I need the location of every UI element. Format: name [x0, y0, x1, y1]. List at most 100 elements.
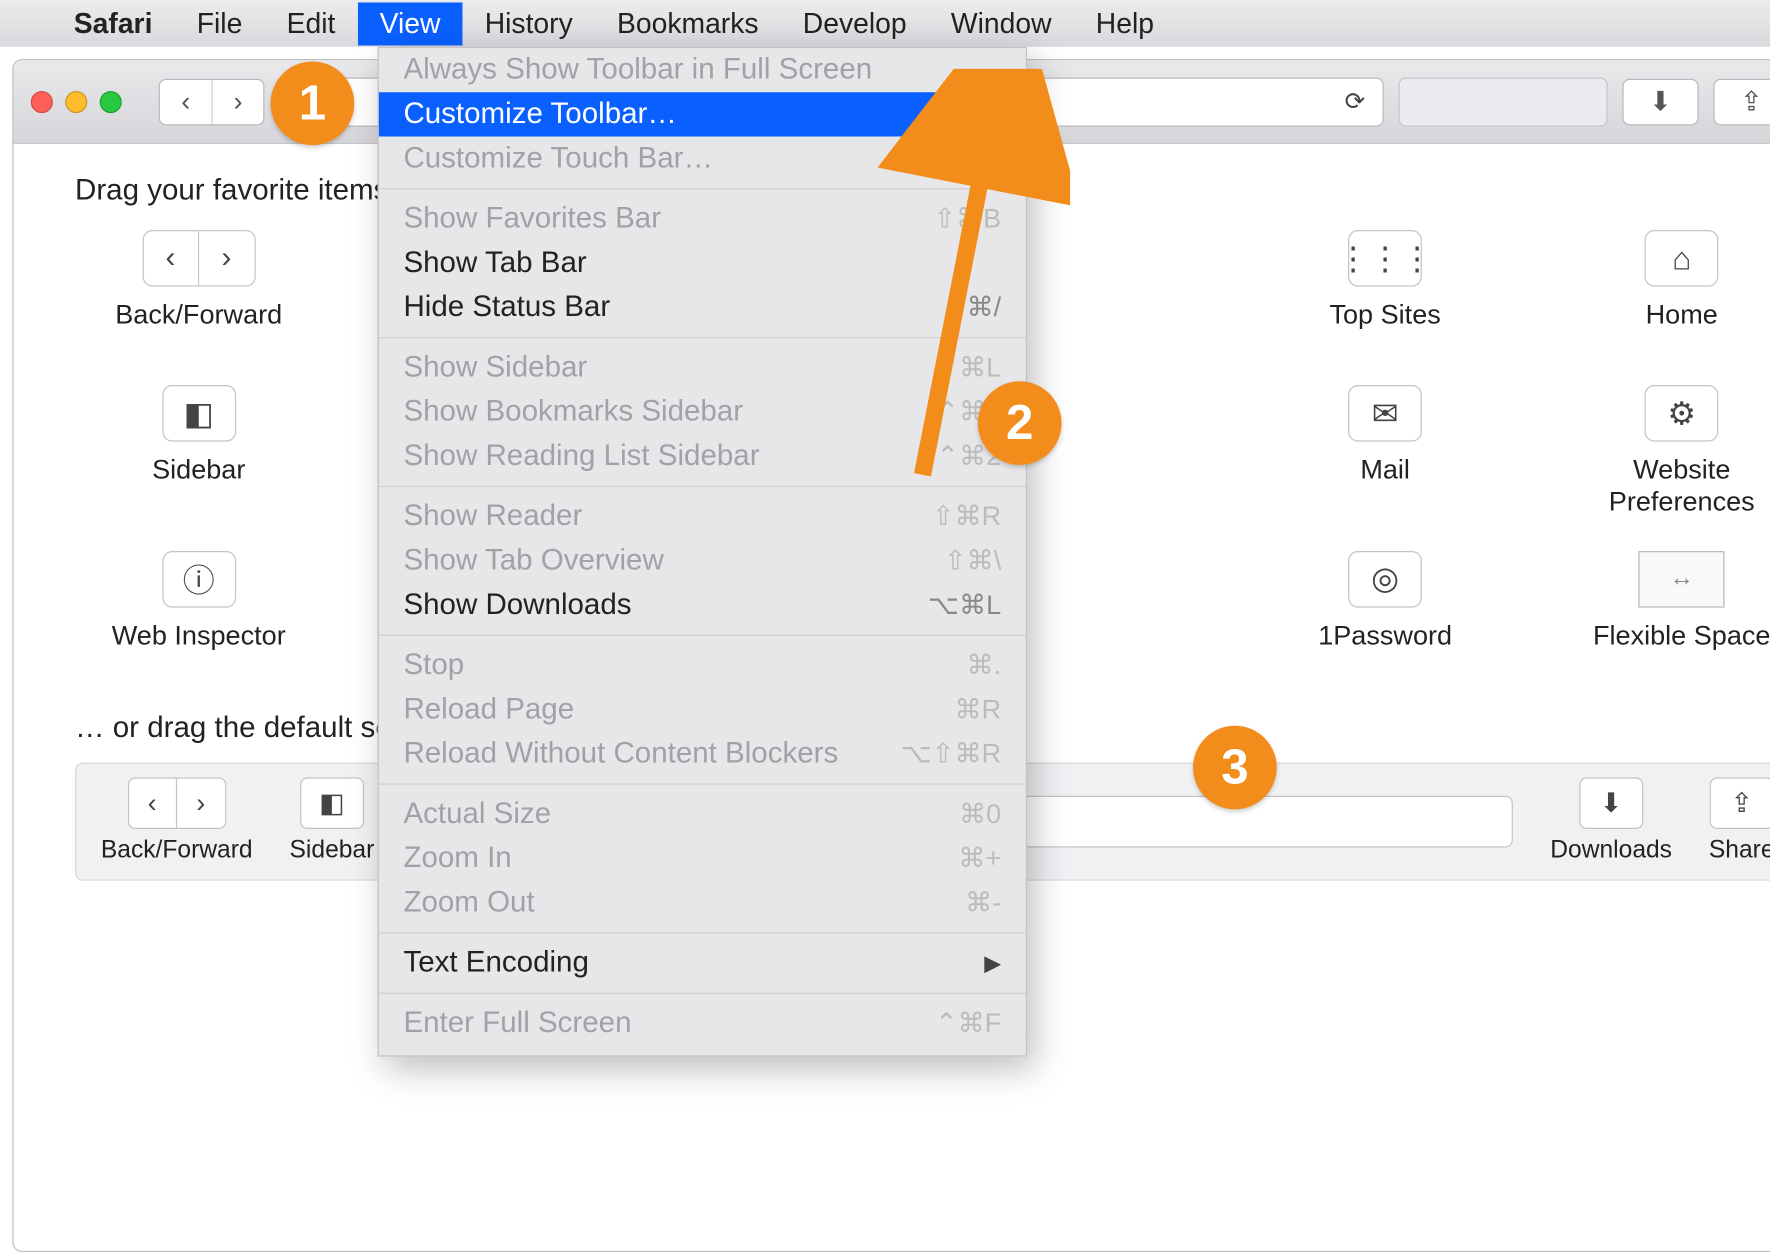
menu-item-shortcut: ⌥⌘L	[928, 589, 1001, 621]
view-menu-item: Enter Full Screen ⌃⌘F	[379, 1001, 1026, 1045]
menu-view[interactable]: View	[357, 2, 462, 45]
view-menu-item[interactable]: Hide Status Bar⌘/	[379, 285, 1026, 329]
menu-safari[interactable]: Safari	[52, 2, 175, 45]
menu-item-label: Show Reading List Sidebar	[403, 439, 759, 473]
download-icon: ⬇	[1579, 778, 1643, 830]
menu-history[interactable]: History	[463, 2, 595, 45]
toolbar-drop-target[interactable]	[1399, 77, 1608, 126]
menu-item-label: Zoom Out	[403, 886, 534, 920]
tile-sidebar[interactable]: ◧ Sidebar	[75, 385, 322, 519]
chevron-right-icon: ›	[199, 230, 256, 287]
menu-bookmarks[interactable]: Bookmarks	[595, 2, 781, 45]
info-icon: ⓘ	[162, 551, 236, 608]
view-menu-item: Reload Without Content Blockers⌥⇧⌘R	[379, 732, 1026, 776]
tile-1password[interactable]: ◎ 1Password	[1261, 551, 1508, 674]
view-menu-item: Show Favorites Bar⇧⌘B	[379, 197, 1026, 241]
menu-item-shortcut: ⌘0	[959, 798, 1001, 830]
view-menu-item: Show Tab Overview⇧⌘\	[379, 539, 1026, 583]
menu-file[interactable]: File	[175, 2, 265, 45]
reload-icon[interactable]: ⟳	[1345, 86, 1366, 117]
tile-mail[interactable]: ✉ Mail	[1261, 385, 1508, 519]
sidebar-icon: ◧	[162, 385, 236, 442]
slot-label: Downloads	[1550, 837, 1672, 865]
slot-label: Share	[1709, 837, 1770, 865]
mail-icon: ✉	[1348, 385, 1422, 442]
menu-item-shortcut: ⌘R	[955, 694, 1002, 726]
view-menu-item: Zoom In ⌘+	[379, 836, 1026, 880]
menu-develop[interactable]: Develop	[781, 2, 929, 45]
view-menu-item: Zoom Out⌘-	[379, 881, 1026, 925]
view-menu-item: Show Reading List Sidebar⌃⌘2	[379, 434, 1026, 478]
tile-label: Web Inspector	[112, 620, 286, 652]
menu-item-label: Always Show Toolbar in Full Screen	[403, 53, 872, 87]
menu-item-label: Show Tab Bar	[403, 246, 586, 280]
menu-item-shortcut: ⇧⌘R	[932, 501, 1001, 533]
view-menu-item: Show Reader ⇧⌘R	[379, 494, 1026, 538]
view-menu-item[interactable]: Customize Toolbar…	[379, 92, 1026, 136]
grid-icon: ⋮⋮⋮	[1348, 230, 1422, 287]
menu-item-shortcut: ⌃⌘F	[935, 1007, 1001, 1039]
menu-item-label: Show Reader	[403, 499, 582, 533]
tile-label: Sidebar	[152, 454, 245, 486]
view-menu-item: Actual Size ⌘0	[379, 792, 1026, 836]
default-back-forward[interactable]: ‹› Back/Forward	[101, 778, 253, 865]
tile-label: Home	[1646, 299, 1718, 331]
zoom-window-button[interactable]	[100, 90, 122, 112]
menu-item-label: Hide Status Bar	[403, 290, 610, 324]
tile-website-preferences[interactable]: ⚙ Website Preferences	[1558, 385, 1770, 519]
tile-top-sites[interactable]: ⋮⋮⋮ Top Sites	[1261, 230, 1508, 353]
view-menu-item: Always Show Toolbar in Full Screen	[379, 48, 1026, 92]
menu-bar: Safari File Edit View History Bookmarks …	[0, 0, 1770, 47]
view-menu-item[interactable]: Show Downloads ⌥⌘L	[379, 583, 1026, 627]
forward-button[interactable]: ›	[212, 79, 264, 123]
tile-label: Flexible Space	[1593, 620, 1770, 652]
back-button[interactable]: ‹	[160, 79, 212, 123]
default-downloads[interactable]: ⬇ Downloads	[1550, 778, 1672, 865]
menu-item-label: Show Downloads	[403, 588, 631, 622]
menu-item-label: Reload Page	[403, 692, 574, 726]
submenu-arrow-icon: ▶	[984, 950, 1001, 976]
menu-item-shortcut: ⌘+	[958, 843, 1001, 875]
share-button[interactable]: ⇪	[1713, 78, 1770, 125]
tile-back-forward[interactable]: ‹› Back/Forward	[75, 230, 322, 353]
traffic-lights	[31, 90, 122, 112]
default-share[interactable]: ⇪ Share	[1709, 778, 1770, 865]
view-menu-item[interactable]: Show Tab Bar	[379, 241, 1026, 285]
menu-item-shortcut: ⌥⇧⌘R	[901, 738, 1001, 770]
downloads-button[interactable]: ⬇	[1622, 78, 1698, 125]
menu-window[interactable]: Window	[929, 2, 1074, 45]
chevron-left-icon: ‹	[142, 230, 199, 287]
view-menu-item[interactable]: Text Encoding ▶	[379, 941, 1026, 985]
tile-web-inspector[interactable]: ⓘ Web Inspector	[75, 551, 322, 674]
view-menu-item: Show Sidebar⇧⌘L	[379, 346, 1026, 390]
view-menu-item: Customize Touch Bar…	[379, 137, 1026, 181]
menu-edit[interactable]: Edit	[264, 2, 357, 45]
menu-item-label: Text Encoding	[403, 946, 588, 980]
menu-item-shortcut: ⇧⌘B	[933, 203, 1001, 235]
tile-label: Back/Forward	[115, 299, 282, 331]
menu-help[interactable]: Help	[1074, 2, 1176, 45]
close-window-button[interactable]	[31, 90, 53, 112]
slot-label: Sidebar	[290, 837, 375, 865]
annotation-badge-3: 3	[1193, 726, 1277, 810]
menu-item-label: Stop	[403, 648, 464, 682]
menu-item-label: Customize Touch Bar…	[403, 141, 713, 175]
tile-home[interactable]: ⌂ Home	[1558, 230, 1770, 353]
onepassword-icon: ◎	[1348, 551, 1422, 608]
view-menu-item: Stop⌘.	[379, 643, 1026, 687]
flexible-space-icon: ↔	[1639, 551, 1725, 608]
menu-item-label: Actual Size	[403, 797, 551, 831]
minimize-window-button[interactable]	[65, 90, 87, 112]
menu-item-label: Zoom In	[403, 841, 511, 875]
back-forward-buttons: ‹ ›	[159, 78, 265, 125]
default-sidebar[interactable]: ◧ Sidebar	[290, 778, 375, 865]
view-menu-item: Reload Page ⌘R	[379, 688, 1026, 732]
chevron-left-icon: ‹	[128, 778, 177, 830]
tile-label: 1Password	[1318, 620, 1452, 652]
menu-item-label: Enter Full Screen	[403, 1006, 631, 1040]
annotation-badge-1: 1	[271, 62, 355, 146]
view-menu-item: Show Bookmarks Sidebar⌃⌘1	[379, 390, 1026, 434]
home-icon: ⌂	[1645, 230, 1719, 287]
tile-flexible-space[interactable]: ↔ Flexible Space	[1558, 551, 1770, 674]
annotation-badge-2: 2	[978, 381, 1062, 465]
